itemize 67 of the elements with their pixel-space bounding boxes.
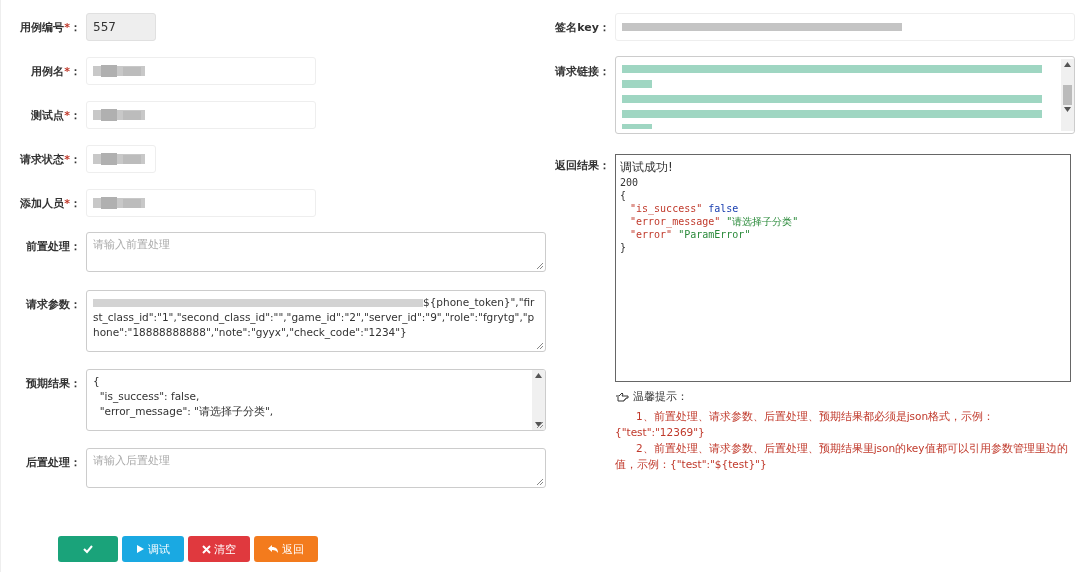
reply-arrow-icon <box>268 544 279 554</box>
json-value: false <box>708 203 739 214</box>
text-area[interactable]: ${phone_token}","first_class_id":"1","second_class_id":"","game_id":"2","server_id":"9","role":"fgrytg","phone":"18888888888","note":"gyyx","check_code":"1234"} <box>86 290 546 352</box>
required-mark: * <box>64 108 70 122</box>
field-label: 后置处理 <box>26 456 70 469</box>
json-value: "请选择子分类" <box>726 216 799 227</box>
text-area[interactable]: 请输入后置处理 <box>86 448 546 488</box>
field-label: 测试点 <box>31 108 65 122</box>
json-brace: { <box>620 189 628 202</box>
input-field[interactable] <box>86 101 316 129</box>
json-brace: } <box>620 241 628 254</box>
required-mark: * <box>64 64 70 78</box>
check-icon <box>83 544 93 554</box>
colon: ： <box>70 240 81 253</box>
colon: ： <box>70 196 81 210</box>
colon: ： <box>70 377 81 390</box>
json-key: "is_success" <box>630 203 703 214</box>
field-label: 用例名 <box>31 64 65 78</box>
colon: ： <box>70 298 81 311</box>
input-field[interactable]: 557 <box>86 13 156 41</box>
tip-text: 1、前置处理、请求参数、后置处理、预期结果都必须是json格式，示例：{"test":"12369"} <box>614 409 996 440</box>
resize-grip-icon[interactable] <box>536 478 544 486</box>
required-mark: * <box>64 152 70 166</box>
close-icon <box>202 544 211 554</box>
json-value: "ParamError" <box>678 229 751 240</box>
field-label: 返回结果 <box>555 159 599 172</box>
scroll-thumb[interactable] <box>1063 84 1072 106</box>
colon: ： <box>70 108 81 122</box>
input-field[interactable] <box>86 145 156 173</box>
field-label: 请求链接 <box>555 65 599 78</box>
tips-title: 温馨提示： <box>633 390 688 404</box>
colon: ： <box>70 456 81 469</box>
json-key: "error_message" <box>630 216 721 227</box>
colon: ： <box>599 20 610 34</box>
field-label: 请求参数 <box>26 298 70 311</box>
resize-grip-icon[interactable] <box>536 342 544 350</box>
tip-text: 2、前置处理、请求参数、后置处理、预期结果里json的key值都可以引用参数管理里边的值，示例：{"test":"${test}"} <box>614 441 1069 472</box>
status-code: 200 <box>620 176 640 189</box>
field-label: 签名key <box>555 20 599 34</box>
required-mark: * <box>64 196 70 210</box>
scrollbar[interactable] <box>1061 59 1074 131</box>
colon: ： <box>70 152 81 166</box>
resize-grip-icon[interactable] <box>536 262 544 270</box>
clear-button[interactable]: 清空 <box>188 536 250 562</box>
colon: ： <box>599 65 610 78</box>
colon: ： <box>70 64 81 78</box>
colon: ： <box>70 20 81 34</box>
field-label: 添加人员 <box>20 196 65 210</box>
back-button[interactable]: 返回 <box>254 536 318 562</box>
colon: ： <box>599 159 610 172</box>
input-field[interactable] <box>86 57 316 85</box>
pointing-hand-icon <box>615 391 629 403</box>
debug-button[interactable]: 调试 <box>122 536 184 562</box>
text-area[interactable]: 请输入前置处理 <box>86 232 546 272</box>
field-label: 用例编号 <box>20 20 65 34</box>
required-mark: * <box>64 20 70 34</box>
field-label: 请求状态 <box>20 152 65 166</box>
text-area[interactable]: { "is_success": false, "error_message": "请选择子分类", <box>86 369 546 431</box>
input-field[interactable] <box>86 189 316 217</box>
json-key: "error" <box>630 229 673 240</box>
field-label: 预期结果 <box>26 377 70 390</box>
result-title: 调试成功! <box>620 159 674 176</box>
scrollbar[interactable] <box>532 370 545 430</box>
play-icon <box>136 544 145 554</box>
field-label: 前置处理 <box>26 240 70 253</box>
scroll-up-icon[interactable] <box>535 373 542 378</box>
input-field[interactable] <box>615 13 1075 41</box>
